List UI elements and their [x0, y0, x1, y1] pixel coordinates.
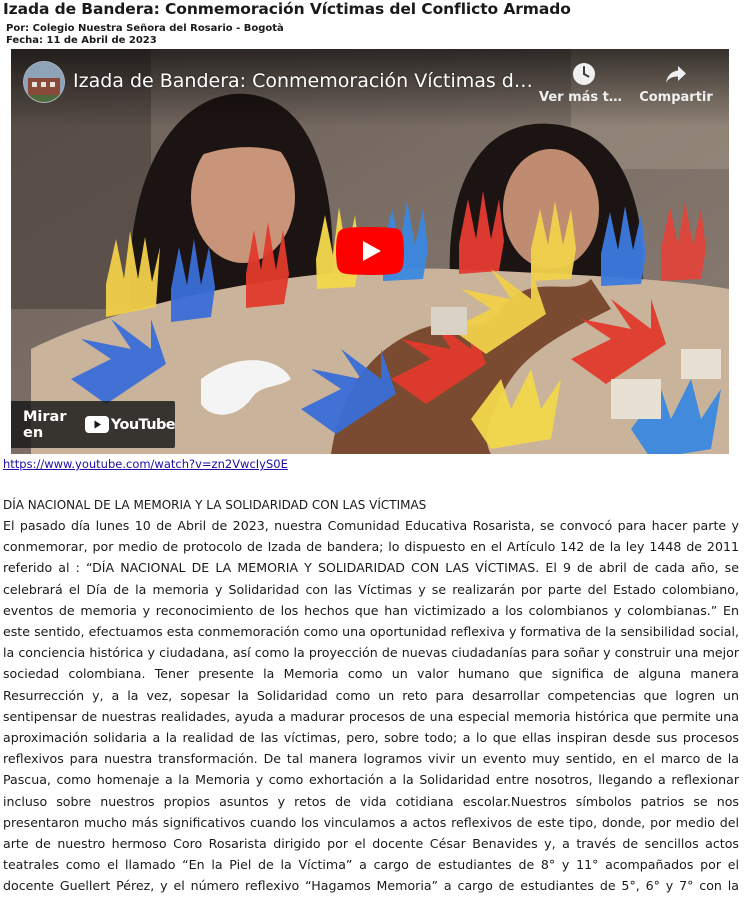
share-label: Compartir [639, 90, 713, 105]
section-heading: DÍA NACIONAL DE LA MEMORIA Y LA SOLIDARI… [3, 498, 427, 512]
watch-on-youtube-button[interactable]: Mirar en YouTube [11, 401, 176, 448]
video-player[interactable]: Izada de Bandera: Conmemoración Víctimas… [11, 49, 729, 454]
article-author: Por: Colegio Nuestra Señora del Rosario … [6, 23, 284, 34]
clock-icon [539, 62, 629, 88]
youtube-link[interactable]: https://www.youtube.com/watch?v=zn2VwcIy… [3, 457, 288, 471]
article-date: Fecha: 11 de Abril de 2023 [6, 35, 157, 46]
youtube-logo-icon: YouTube [84, 416, 176, 433]
share-button[interactable]: Compartir [631, 62, 721, 105]
article-body: El pasado día lunes 10 de Abril de 2023,… [3, 518, 739, 894]
youtube-wordmark: YouTube [110, 416, 176, 433]
play-button[interactable] [336, 227, 404, 275]
play-icon [336, 227, 404, 275]
share-icon [631, 62, 721, 88]
watch-on-label: Mirar en [23, 408, 67, 441]
channel-avatar[interactable] [23, 61, 65, 103]
video-title[interactable]: Izada de Bandera: Conmemoración Víctimas… [73, 70, 543, 92]
watch-later-label: Ver más tarde [539, 90, 629, 105]
watch-later-button[interactable]: Ver más tarde [539, 62, 629, 105]
page-title: Izada de Bandera: Conmemoración Víctimas… [3, 0, 571, 18]
